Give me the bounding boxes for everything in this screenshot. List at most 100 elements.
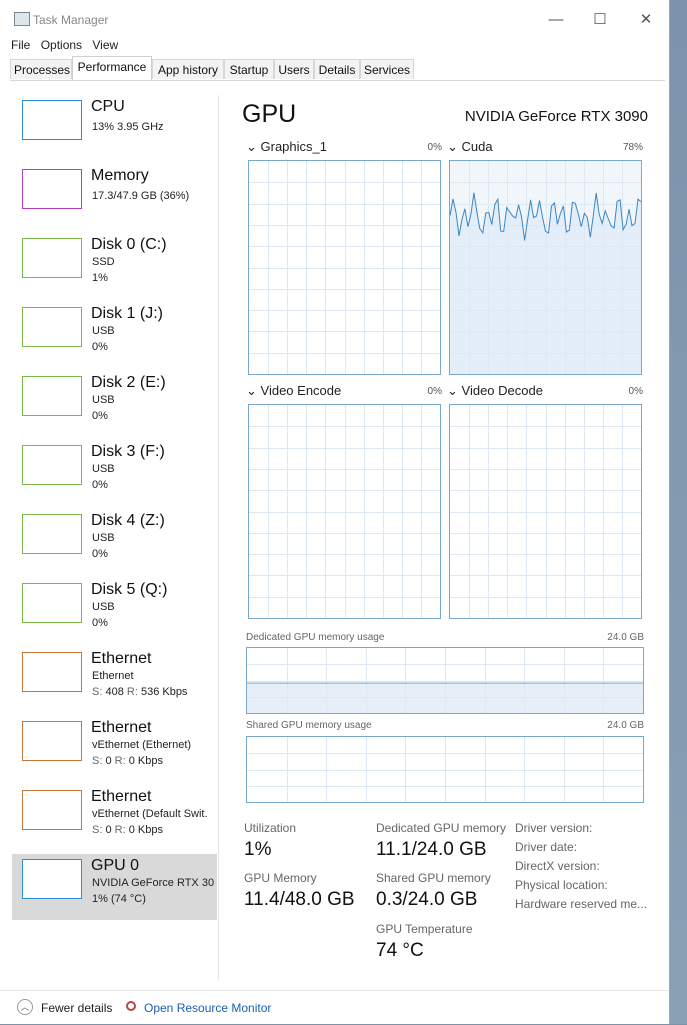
gpu-model-name: NVIDIA GeForce RTX 3090 bbox=[464, 108, 648, 125]
menu-options[interactable]: Options bbox=[41, 38, 82, 52]
engine-name: Cuda bbox=[461, 139, 493, 154]
sidebar-item-detail: USB bbox=[92, 394, 115, 406]
title-bar: Task Manager — ☐ ✕ bbox=[0, 0, 669, 38]
graphics-graph bbox=[248, 160, 441, 375]
sidebar-item[interactable]: Ethernet vEthernet (Ethernet) S: 0 R: 0 Kb… bbox=[12, 716, 217, 782]
sidebar-item-value: 1% bbox=[92, 272, 108, 284]
graph-grid bbox=[247, 648, 643, 713]
sidebar-item[interactable]: Ethernet Ethernet S: 408 R: 536 Kbps bbox=[12, 647, 217, 713]
shared-memory-max: 24.0 GB bbox=[607, 720, 644, 731]
sidebar-item[interactable]: Disk 5 (Q:) USB 0% bbox=[12, 578, 217, 644]
sidebar-item-detail: USB bbox=[92, 601, 115, 613]
gpu-panel: GPU NVIDIA GeForce RTX 3090 ⌄ Graphics_1… bbox=[218, 95, 668, 980]
throughput-s-label: S: bbox=[92, 824, 103, 836]
tab-bar: Processes Performance App history Startu… bbox=[10, 56, 665, 81]
sidebar-thumbnail-graph bbox=[22, 376, 82, 416]
tab-performance[interactable]: Performance bbox=[72, 56, 152, 80]
driver-version-label: Driver version: bbox=[515, 821, 593, 835]
sidebar-thumbnail-graph bbox=[22, 238, 82, 278]
sidebar-throughput: S: 0 R: 0 Kbps bbox=[92, 755, 163, 767]
engine-percent: 0% bbox=[427, 386, 442, 397]
sidebar-item[interactable]: CPU 13% 3.95 GHz bbox=[12, 95, 217, 161]
task-manager-icon bbox=[14, 12, 30, 26]
throughput-r-label: R: bbox=[114, 824, 126, 836]
sidebar-item-detail: vEthernet (Ethernet) bbox=[92, 739, 192, 751]
sidebar-item-name: Disk 5 (Q:) bbox=[91, 581, 168, 598]
gpu-temperature-label: GPU Temperature bbox=[376, 922, 473, 936]
throughput-s-label: S: bbox=[92, 686, 103, 698]
sidebar-item-value: 0% bbox=[92, 410, 108, 422]
sidebar-thumbnail-graph bbox=[22, 721, 82, 761]
sidebar-item-name: GPU 0 bbox=[91, 857, 140, 874]
sidebar-item-detail: SSD bbox=[92, 256, 115, 268]
sidebar-item-name: Disk 3 (F:) bbox=[91, 443, 165, 460]
sidebar-item-value: 0% bbox=[92, 617, 108, 629]
shared-memory-graph bbox=[246, 736, 644, 803]
tab-startup[interactable]: Startup bbox=[224, 59, 274, 79]
tab-app-history[interactable]: App history bbox=[152, 59, 224, 79]
tab-users[interactable]: Users bbox=[274, 59, 314, 79]
engine-percent: 78% bbox=[622, 142, 643, 153]
physical-location-label: Physical location: bbox=[515, 878, 608, 892]
tab-services[interactable]: Services bbox=[360, 59, 414, 79]
sidebar-item[interactable]: GPU 0 NVIDIA GeForce RTX 30 1% (74 °C) bbox=[12, 854, 217, 920]
sidebar-item[interactable]: Ethernet vEthernet (Default Swit. S: 0 R: … bbox=[12, 785, 217, 851]
close-button[interactable]: ✕ bbox=[634, 10, 658, 30]
tab-details[interactable]: Details bbox=[314, 59, 360, 79]
tab-processes[interactable]: Processes bbox=[10, 59, 72, 79]
sidebar-item-detail: USB bbox=[92, 325, 115, 337]
sidebar-item-detail: vEthernet (Default Swit. bbox=[92, 808, 208, 820]
sidebar-item-name: CPU bbox=[91, 98, 125, 115]
chevron-up-icon[interactable]: ︿ bbox=[17, 999, 33, 1015]
dedicated-memory-graph bbox=[246, 647, 644, 714]
resource-monitor-icon bbox=[126, 1001, 136, 1011]
footer-bar: ︿ Fewer details Open Resource Monitor bbox=[0, 990, 669, 1025]
graph-grid bbox=[249, 161, 440, 374]
throughput-s-val: 0 bbox=[105, 755, 112, 767]
sidebar-item[interactable]: Disk 4 (Z:) USB 0% bbox=[12, 509, 217, 575]
dedicated-memory-label: Dedicated GPU memory usage bbox=[246, 632, 385, 643]
menu-file[interactable]: File bbox=[11, 38, 30, 52]
engine-selector-video-decode[interactable]: ⌄ Video Decode bbox=[447, 383, 543, 399]
maximize-button[interactable]: ☐ bbox=[588, 10, 612, 30]
sidebar-item[interactable]: Memory 17.3/47.9 GB (36%) bbox=[12, 164, 217, 230]
sidebar-thumbnail-graph bbox=[22, 583, 82, 623]
sidebar-item-value: 0% bbox=[92, 341, 108, 353]
menu-view[interactable]: View bbox=[92, 38, 118, 52]
driver-date-label: Driver date: bbox=[515, 840, 578, 854]
sidebar-item[interactable]: Disk 0 (C:) SSD 1% bbox=[12, 233, 217, 299]
minimize-button[interactable]: — bbox=[544, 10, 568, 30]
sidebar-item-detail: USB bbox=[92, 532, 115, 544]
sidebar-item[interactable]: Disk 2 (E:) USB 0% bbox=[12, 371, 217, 437]
throughput-r-label: R: bbox=[126, 686, 138, 698]
sidebar-thumbnail-graph bbox=[22, 100, 82, 140]
sidebar-item[interactable]: Disk 3 (F:) USB 0% bbox=[12, 440, 217, 506]
engine-selector-graphics[interactable]: ⌄ Graphics_1 bbox=[246, 139, 327, 155]
fewer-details-button[interactable]: Fewer details bbox=[41, 1001, 112, 1015]
video-encode-graph bbox=[248, 404, 441, 619]
engine-percent: 0% bbox=[427, 142, 442, 153]
sidebar-item-name: Ethernet bbox=[91, 788, 152, 805]
sidebar-item-name: Disk 0 (C:) bbox=[91, 236, 167, 253]
engine-selector-video-encode[interactable]: ⌄ Video Encode bbox=[246, 383, 341, 399]
menu-bar: File Options View bbox=[11, 38, 125, 52]
throughput-s-val: 408 bbox=[105, 686, 124, 698]
sidebar-item[interactable]: Disk 1 (J:) USB 0% bbox=[12, 302, 217, 368]
sidebar-thumbnail-graph bbox=[22, 445, 82, 485]
open-resource-monitor-link[interactable]: Open Resource Monitor bbox=[144, 1001, 271, 1015]
directx-version-label: DirectX version: bbox=[515, 859, 600, 873]
throughput-r-val: 0 Kbps bbox=[128, 824, 163, 836]
sidebar-item-name: Disk 2 (E:) bbox=[91, 374, 166, 391]
task-manager-window: Task Manager — ☐ ✕ File Options View Pro… bbox=[0, 0, 670, 1024]
hardware-reserved-memory-label: Hardware reserved me... bbox=[515, 897, 648, 911]
sidebar-item-name: Ethernet bbox=[91, 650, 152, 667]
sidebar-thumbnail-graph bbox=[22, 514, 82, 554]
gpu-memory-label: GPU Memory bbox=[244, 871, 317, 885]
utilization-label: Utilization bbox=[244, 821, 297, 835]
throughput-s-label: S: bbox=[92, 755, 103, 767]
performance-sidebar: CPU 13% 3.95 GHz Memory 17.3/47.9 GB (36%) D… bbox=[12, 95, 219, 980]
graph-grid bbox=[450, 405, 641, 618]
sidebar-thumbnail-graph bbox=[22, 169, 82, 209]
engine-selector-cuda[interactable]: ⌄ Cuda bbox=[447, 139, 493, 155]
sidebar-thumbnail-graph bbox=[22, 307, 82, 347]
